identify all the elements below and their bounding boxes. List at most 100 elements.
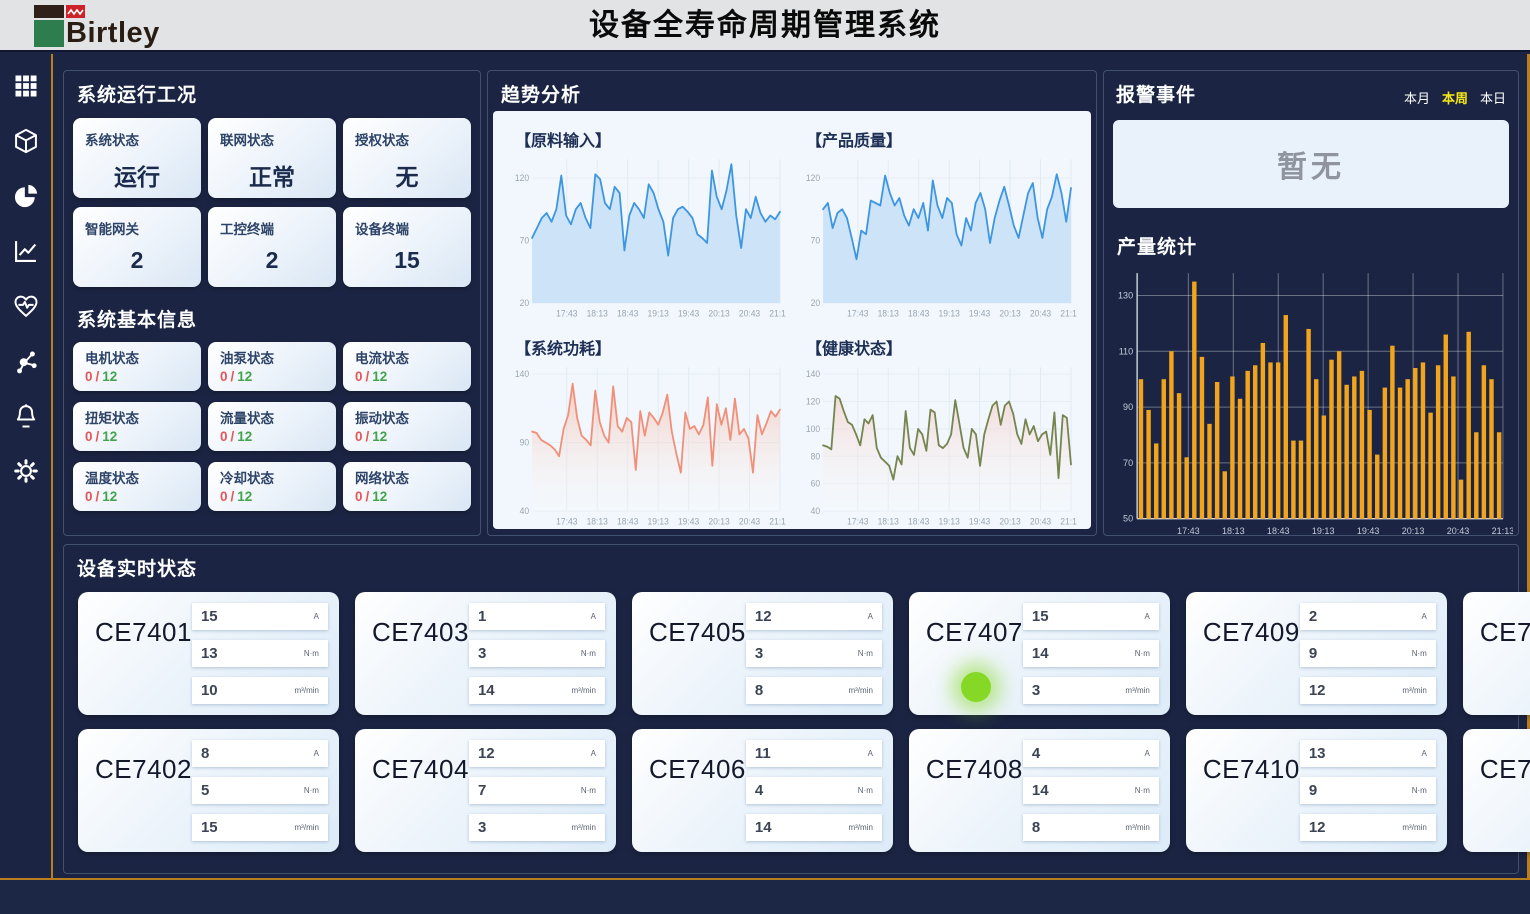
chart-svg-health-status: 17:4318:1318:4319:1319:4320:1320:4321:13… (798, 359, 1077, 529)
svg-text:70: 70 (811, 235, 821, 245)
metric-value: 5 (201, 782, 209, 799)
device-metric-row: 3N·m (746, 640, 882, 667)
device-card-CE7406[interactable]: CE740611A4N·m14m³/min (632, 729, 893, 852)
alarm-tab-本月[interactable]: 本月 (1404, 88, 1430, 107)
status-card: 设备终端15 (343, 207, 471, 287)
trend-chart-title: 【系统功耗】 (515, 335, 786, 359)
status-card: 系统状态运行 (73, 118, 201, 198)
device-card-CE7407[interactable]: CE740715A14N·m3m³/min (909, 592, 1170, 715)
device-card-CE7403[interactable]: CE74031A3N·m14m³/min (355, 592, 616, 715)
status-card-value: 2 (220, 247, 324, 274)
device-metric-row: 8m³/min (746, 677, 882, 704)
info-card-values: 0/12 (85, 369, 189, 384)
svg-text:19:13: 19:13 (1312, 526, 1335, 536)
svg-text:19:43: 19:43 (1357, 526, 1380, 536)
chart-svg-production-volume: 17:4318:1318:4319:1319:4320:1320:4321:13… (1109, 263, 1513, 539)
trend-chart-title: 【产品质量】 (806, 127, 1077, 151)
pie-chart-icon[interactable] (12, 182, 40, 210)
svg-text:19:13: 19:13 (938, 308, 960, 318)
metric-unit: N·m (858, 786, 873, 795)
alarm-header: 报警事件 本月本周本日 (1104, 71, 1518, 107)
device-card-CE7411[interactable]: CE741110A15N·m11m³/min (1463, 592, 1530, 715)
metric-value: 10 (201, 682, 218, 699)
device-metric-row: 9N·m (1300, 640, 1436, 667)
metric-unit: N·m (858, 649, 873, 658)
metric-value: 8 (755, 682, 763, 699)
device-metrics: 1A3N·m14m³/min (469, 592, 605, 715)
svg-text:140: 140 (806, 369, 820, 379)
device-name: CE7401 (95, 617, 192, 715)
device-metrics: 2A9N·m12m³/min (1300, 592, 1436, 715)
line-chart-icon[interactable] (12, 237, 40, 265)
status-indicator-green (961, 672, 991, 702)
svg-text:20:13: 20:13 (1402, 526, 1425, 536)
device-card-CE7405[interactable]: CE740512A3N·m8m³/min (632, 592, 893, 715)
gear-icon[interactable] (12, 457, 40, 485)
panel-trend: 趋势分析 【原料输入】17:4318:1318:4319:1319:4320:1… (487, 70, 1097, 536)
device-card-CE7410[interactable]: CE741013A9N·m12m³/min (1186, 729, 1447, 852)
svg-text:18:43: 18:43 (617, 308, 639, 318)
info-card-label: 油泵状态 (220, 347, 324, 367)
device-metric-row: 15A (192, 603, 328, 630)
svg-text:19:13: 19:13 (647, 516, 669, 526)
svg-text:17:43: 17:43 (847, 308, 869, 318)
device-card-CE7402[interactable]: CE74028A5N·m15m³/min (78, 729, 339, 852)
svg-text:17:43: 17:43 (1177, 526, 1200, 536)
info-abnormal-count: 0 (220, 369, 228, 384)
device-name: CE7412 (1480, 754, 1530, 852)
molecule-icon[interactable] (12, 347, 40, 375)
svg-text:19:43: 19:43 (969, 516, 991, 526)
info-card-values: 0/12 (355, 429, 459, 444)
svg-text:20:43: 20:43 (739, 308, 761, 318)
svg-text:60: 60 (811, 478, 821, 488)
alarm-tab-本日[interactable]: 本日 (1480, 88, 1506, 107)
trend-chart-raw-input: 【原料输入】17:4318:1318:4319:1319:4320:1320:4… (501, 117, 792, 325)
svg-text:50: 50 (1123, 514, 1133, 524)
trend-chart-plot: 17:4318:1318:4319:1319:4320:1320:4321:13… (798, 359, 1077, 529)
info-card-label: 网络状态 (355, 467, 459, 487)
device-card-CE7401[interactable]: CE740115A13N·m10m³/min (78, 592, 339, 715)
info-card-label: 电机状态 (85, 347, 189, 367)
device-metric-row: 13A (1300, 740, 1436, 767)
metric-value: 12 (478, 745, 495, 762)
device-metrics: 15A13N·m10m³/min (192, 592, 328, 715)
info-abnormal-count: 0 (355, 429, 363, 444)
info-total-count: 12 (102, 429, 117, 444)
info-abnormal-count: 0 (85, 489, 93, 504)
metric-value: 3 (478, 819, 486, 836)
metric-value: 4 (1032, 745, 1040, 762)
device-name: CE7402 (95, 754, 192, 852)
device-card-CE7409[interactable]: CE74092A9N·m12m³/min (1186, 592, 1447, 715)
info-total-count: 12 (372, 429, 387, 444)
device-name: CE7406 (649, 754, 746, 852)
trend-chart-title: 【健康状态】 (806, 335, 1077, 359)
info-card-label: 电流状态 (355, 347, 459, 367)
device-card-CE7408[interactable]: CE74084A14N·m8m³/min (909, 729, 1170, 852)
trend-chart-plot: 17:4318:1318:4319:1319:4320:1320:4321:13… (507, 151, 786, 321)
device-metric-row: 5N·m (192, 777, 328, 804)
svg-text:18:13: 18:13 (878, 308, 900, 318)
metric-value: 11 (755, 745, 771, 762)
section-title-alarm: 报警事件 (1116, 80, 1196, 107)
cube-3d-icon[interactable] (12, 127, 40, 155)
svg-text:20: 20 (811, 298, 821, 308)
health-monitor-icon[interactable] (12, 292, 40, 320)
alarm-tab-本周[interactable]: 本周 (1442, 88, 1468, 107)
info-card-label: 振动状态 (355, 407, 459, 427)
metric-unit: A (868, 749, 873, 758)
bell-icon[interactable] (12, 402, 40, 430)
status-card-label: 联网状态 (220, 129, 324, 149)
svg-text:90: 90 (520, 437, 530, 447)
apps-grid-icon[interactable] (12, 72, 40, 100)
trend-chart-health-status: 【健康状态】17:4318:1318:4319:1319:4320:1320:4… (792, 325, 1083, 533)
device-name: CE7405 (649, 617, 746, 715)
device-card-CE7412[interactable]: CE74126A15N·m10m³/min (1463, 729, 1530, 852)
device-card-CE7404[interactable]: CE740412A7N·m3m³/min (355, 729, 616, 852)
device-grid: CE740115A13N·m10m³/minCE74031A3N·m14m³/m… (78, 592, 1504, 852)
info-card: 电流状态0/12 (343, 342, 471, 391)
device-metric-row: 9N·m (1300, 777, 1436, 804)
metric-unit: N·m (581, 786, 596, 795)
device-metrics: 15A14N·m3m³/min (1023, 592, 1159, 715)
metric-value: 14 (1032, 782, 1049, 799)
device-metric-row: 8m³/min (1023, 814, 1159, 841)
